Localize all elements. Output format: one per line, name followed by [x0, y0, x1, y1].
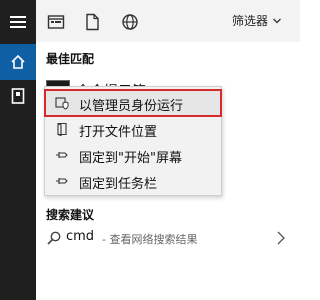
document-icon[interactable] [82, 12, 102, 32]
left-rail [0, 0, 36, 300]
menu-item-open-location[interactable]: 打开文件位置 [45, 116, 221, 142]
pin-icon [56, 152, 68, 158]
filter-label: 筛选器 [231, 14, 268, 28]
notebook-icon [11, 88, 25, 104]
menu-item-label: 固定到任务栏 [79, 177, 158, 192]
chevron-down-icon [273, 18, 281, 23]
documents-button[interactable] [0, 78, 36, 114]
hamburger-menu-icon [10, 16, 26, 28]
apps-icon[interactable] [46, 12, 66, 32]
menu-item-label: 固定到"开始"屏幕 [79, 151, 182, 166]
menu-item-pin-taskbar[interactable]: 固定到任务栏 [45, 168, 221, 194]
pin-icon [56, 178, 68, 184]
folder-open-icon [57, 122, 67, 136]
search-icon [47, 231, 61, 245]
search-toolbar: 筛选器 [36, 0, 300, 42]
suggestion-hint: - 查看网络搜索结果 [102, 233, 198, 246]
best-match-heading: 最佳匹配 [46, 52, 95, 66]
menu-item-label: 以管理员身份运行 [79, 99, 184, 114]
search-suggestions-heading: 搜索建议 [46, 208, 95, 222]
menu-item-run-as-admin[interactable]: 以管理员身份运行 [44, 89, 222, 117]
filter-dropdown[interactable]: 筛选器 [232, 12, 282, 29]
home-icon [11, 54, 25, 69]
home-button[interactable] [0, 44, 36, 80]
globe-icon[interactable] [120, 12, 140, 32]
suggestion-item[interactable]: cmd - 查看网络搜索结果 [36, 224, 300, 252]
suggestion-query: cmd [66, 229, 95, 244]
menu-item-pin-start[interactable]: 固定到"开始"屏幕 [45, 142, 221, 168]
context-menu: 以管理员身份运行 打开文件位置 固定到"开始"屏幕 固定到任务栏 [44, 86, 222, 196]
menu-button[interactable] [0, 4, 36, 40]
menu-item-label: 打开文件位置 [79, 125, 158, 140]
chevron-right-icon[interactable] [276, 230, 286, 246]
shield-icon [55, 97, 69, 110]
